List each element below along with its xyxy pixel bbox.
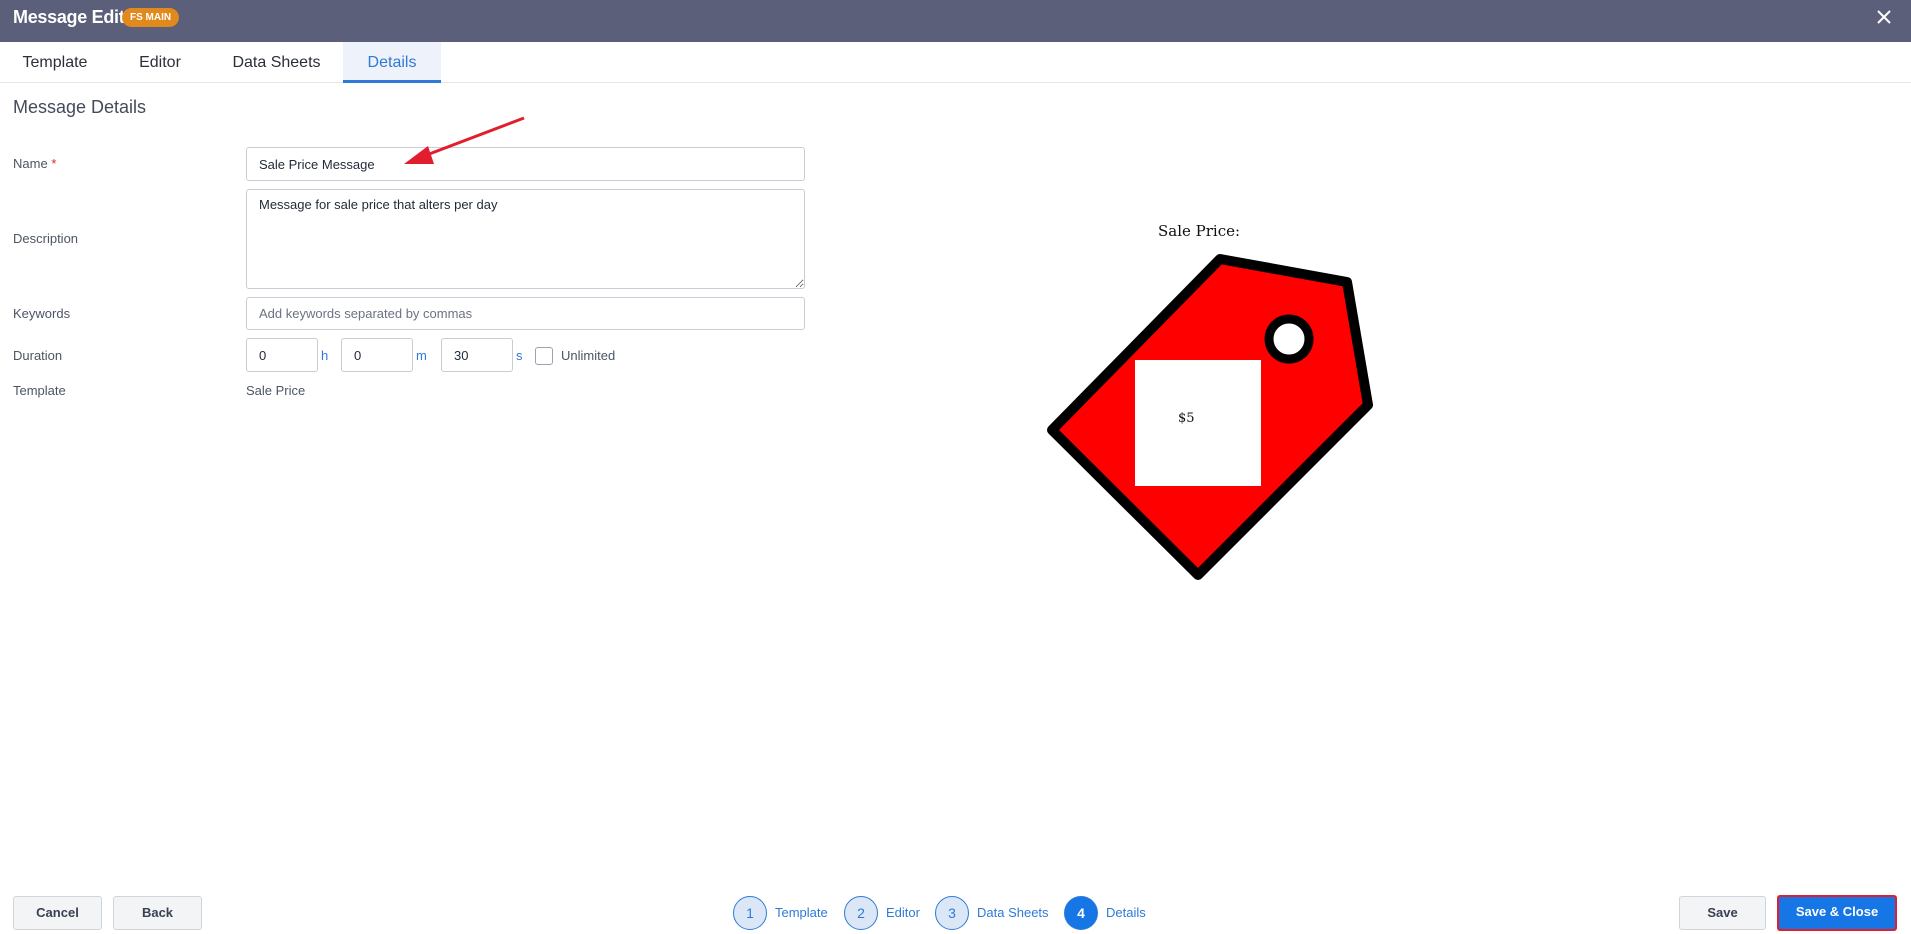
template-value: Sale Price: [246, 383, 306, 398]
step-label: Template: [775, 905, 828, 920]
description-label: Description: [13, 231, 79, 246]
price-box: [1135, 360, 1261, 486]
required-mark: *: [51, 156, 57, 171]
name-label: Name *: [13, 156, 56, 171]
unlimited-label: Unlimited: [561, 348, 616, 363]
location-badge: FS MAIN: [122, 8, 180, 27]
close-icon[interactable]: [1873, 6, 1895, 28]
preview-caption: Sale Price:: [1158, 222, 1241, 240]
duration-hours-input[interactable]: [246, 338, 318, 372]
tab-editor[interactable]: Editor: [110, 42, 210, 83]
seconds-unit: s: [516, 348, 523, 363]
save-close-button[interactable]: Save & Close: [1777, 895, 1897, 931]
tag-hole-icon: [1264, 314, 1314, 364]
duration-seconds-input[interactable]: [441, 338, 513, 372]
price-tag-preview: $5: [1047, 254, 1373, 580]
duration-minutes-input[interactable]: [341, 338, 413, 372]
back-button[interactable]: Back: [113, 896, 202, 930]
tab-bar: Template Editor Data Sheets Details: [0, 42, 1911, 83]
name-label-text: Name: [13, 156, 48, 171]
duration-label: Duration: [13, 348, 63, 363]
tab-data-sheets[interactable]: Data Sheets: [210, 42, 343, 83]
price-text: $5: [1178, 411, 1195, 426]
window-title: Message Edit: [13, 7, 125, 27]
annotation-arrow-icon: [404, 116, 525, 164]
step-number: 2: [844, 896, 878, 930]
cancel-button[interactable]: Cancel: [13, 896, 102, 930]
hours-unit: h: [321, 348, 329, 363]
unlimited-checkbox[interactable]: [535, 347, 553, 365]
tab-template[interactable]: Template: [0, 42, 110, 83]
step-label: Data Sheets: [977, 905, 1049, 920]
keywords-label: Keywords: [13, 306, 71, 321]
template-label: Template: [13, 383, 66, 398]
step-label: Details: [1106, 905, 1146, 920]
tab-details[interactable]: Details: [343, 42, 441, 83]
minutes-unit: m: [416, 348, 427, 363]
step-label: Editor: [886, 905, 920, 920]
step-number: 3: [935, 896, 969, 930]
save-button[interactable]: Save: [1679, 896, 1766, 930]
keywords-input[interactable]: [246, 297, 805, 330]
description-textarea[interactable]: Message for sale price that alters per d…: [246, 189, 805, 289]
section-title: Message Details: [13, 97, 147, 117]
step-number: 4: [1064, 896, 1098, 930]
step-number: 1: [733, 896, 767, 930]
title-bar: Message Edit FS MAIN: [0, 0, 1911, 42]
